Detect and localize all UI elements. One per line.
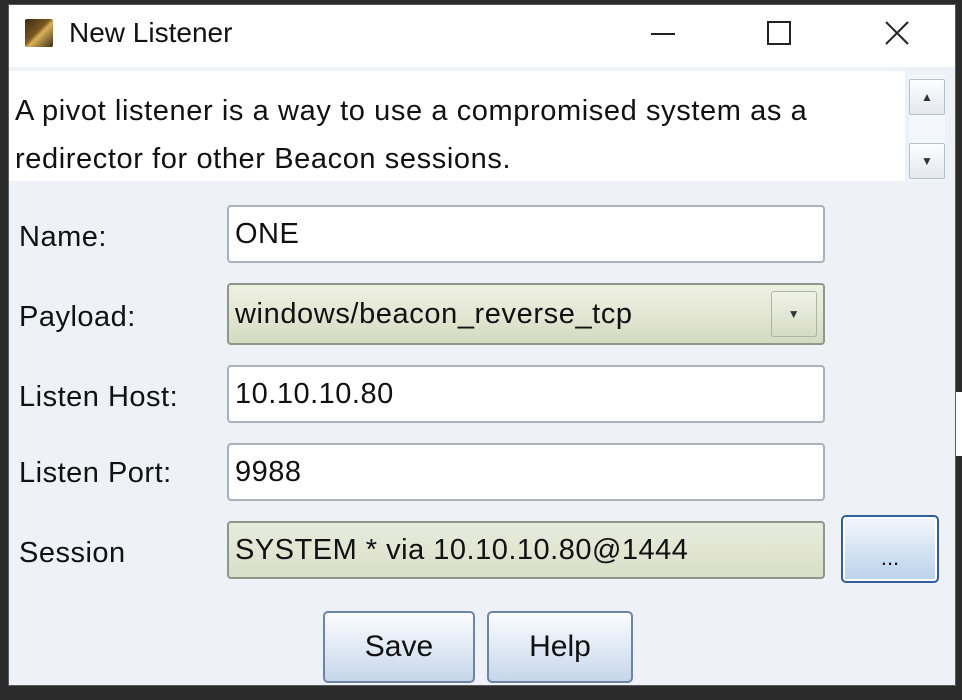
browse-session-button[interactable]: ... bbox=[841, 515, 939, 583]
help-button[interactable]: Help bbox=[487, 611, 633, 683]
session-field: SYSTEM * via 10.10.10.80@1444 bbox=[227, 521, 825, 579]
payload-label: Payload: bbox=[19, 301, 136, 333]
window-title: New Listener bbox=[69, 17, 233, 48]
description-scrollbar[interactable]: ▲ ▼ bbox=[909, 75, 945, 181]
new-listener-dialog: New Listener A pivot listener is a way t… bbox=[8, 4, 956, 686]
listen-port-field[interactable]: 9988 bbox=[227, 443, 825, 501]
payload-selected-value: windows/beacon_reverse_tcp bbox=[235, 298, 633, 330]
title-bar[interactable]: New Listener bbox=[9, 5, 955, 67]
close-button[interactable] bbox=[867, 5, 927, 61]
close-icon bbox=[885, 21, 909, 45]
name-field[interactable]: ONE bbox=[227, 205, 825, 263]
scroll-up-button[interactable]: ▲ bbox=[909, 79, 945, 115]
minimize-button[interactable] bbox=[633, 5, 693, 61]
scroll-down-icon: ▼ bbox=[921, 154, 933, 168]
listen-host-field[interactable]: 10.10.10.80 bbox=[227, 365, 825, 423]
background-window-edge bbox=[956, 392, 962, 456]
description-area: A pivot listener is a way to use a compr… bbox=[9, 71, 905, 181]
maximize-button[interactable] bbox=[749, 5, 809, 61]
app-icon bbox=[25, 19, 53, 47]
name-label: Name: bbox=[19, 221, 107, 253]
payload-select[interactable]: windows/beacon_reverse_tcp ▼ bbox=[227, 283, 825, 345]
save-button[interactable]: Save bbox=[323, 611, 475, 683]
listen-host-label: Listen Host: bbox=[19, 381, 179, 413]
payload-dropdown-button[interactable]: ▼ bbox=[771, 291, 817, 337]
scroll-down-button[interactable]: ▼ bbox=[909, 143, 945, 179]
chevron-down-icon: ▼ bbox=[787, 307, 801, 321]
description-text: A pivot listener is a way to use a compr… bbox=[15, 95, 808, 175]
minimize-icon bbox=[651, 33, 675, 35]
scroll-up-icon: ▲ bbox=[921, 90, 933, 104]
listen-port-label: Listen Port: bbox=[19, 457, 172, 489]
maximize-icon bbox=[767, 21, 791, 45]
session-label: Session bbox=[19, 537, 126, 569]
